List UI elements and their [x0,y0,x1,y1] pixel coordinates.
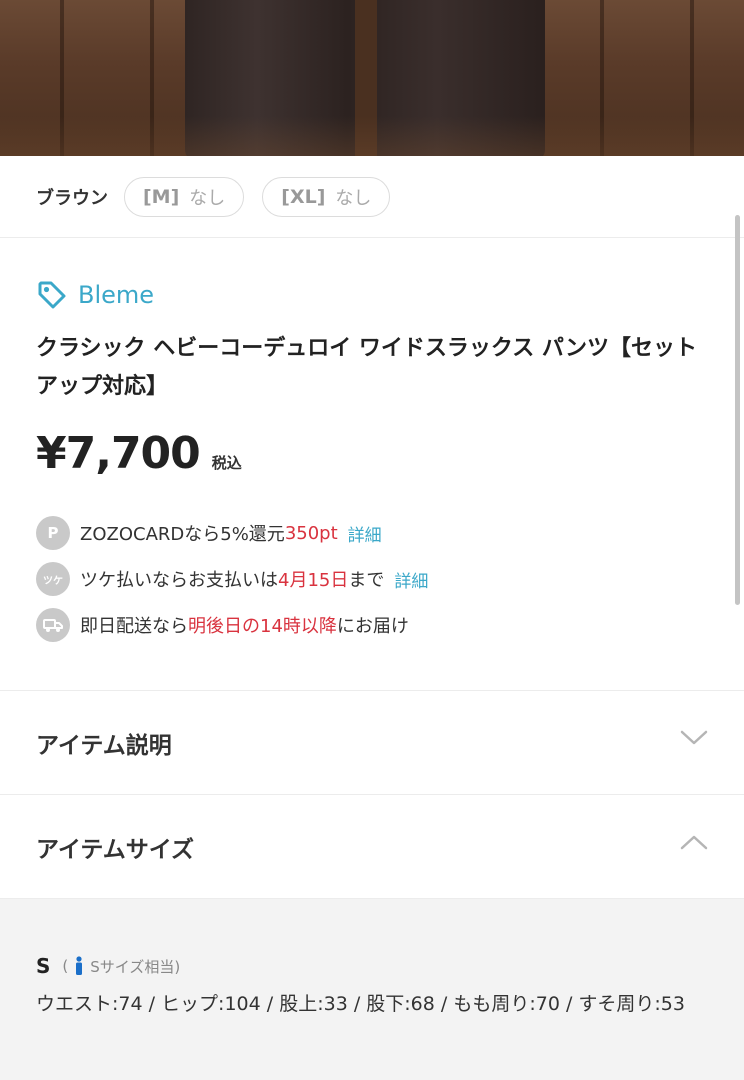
variant-row: ブラウン [M] なし [XL] なし [0,156,744,238]
tax-label: 税込 [211,454,242,472]
benefit-text: ZOZOCARDなら5%還元 [80,524,285,545]
tsuke-detail-link[interactable]: 詳細 [394,567,428,592]
size-chip-stock: なし [335,187,372,209]
size-chip-size: [M] [143,185,180,208]
price-row: ¥7,700 税込 [36,428,242,479]
tsuke-icon: ツケ [36,562,70,596]
benefit-text: 即日配送なら [80,616,188,637]
product-title: クラシック ヘビーコーデュロイ ワイドスラックス パンツ【セットアップ対応】 [36,336,697,399]
item-size-toggle[interactable]: アイテムサイズ [0,795,744,899]
product-info: Bleme クラシック ヘビーコーデュロイ ワイドスラックス パンツ【セットアッ… [0,238,744,691]
zozocard-benefit: P ZOZOCARDなら5%還元 350pt 詳細 [36,515,382,551]
variant-color-label: ブラウン [36,187,108,209]
item-description-toggle[interactable]: アイテム説明 [0,691,744,795]
size-chip-stock: なし [189,187,226,209]
size-chip-m[interactable]: [M] なし [124,176,245,217]
points-value: 350pt [284,522,338,544]
size-hint: ( Sサイズ相当) [62,956,180,977]
size-panel: S ( Sサイズ相当) ウエスト:74 / ヒップ:104 / 股上:33 / … [0,899,744,1080]
size-chip-xl[interactable]: [XL] なし [262,176,391,217]
benefit-text: まで [348,570,385,591]
tsuke-benefit: ツケ ツケ払いならお支払いは 4月15日 まで 詳細 [36,561,428,597]
zozocard-detail-link[interactable]: 詳細 [348,521,382,546]
delivery-date: 明後日の14時以降 [188,616,337,637]
benefit-text: にお届け [336,616,409,637]
size-header: S ( Sサイズ相当) [36,954,180,978]
size-measurements: ウエスト:74 / ヒップ:104 / 股上:33 / 股下:68 / もも周り… [36,993,685,1015]
payment-date: 4月15日 [278,570,349,591]
truck-icon [36,608,70,642]
points-icon: P [36,516,70,550]
size-chip-size: [XL] [281,185,326,208]
chevron-down-icon [680,730,708,745]
person-icon [76,956,83,975]
price: ¥7,700 [36,428,201,479]
section-title: アイテム説明 [36,732,172,759]
size-hint-text: Sサイズ相当) [90,957,181,976]
product-photo[interactable] [0,0,744,156]
size-hint-paren: ( [62,957,69,975]
section-title: アイテムサイズ [36,836,195,863]
brand-link[interactable]: Bleme [36,278,154,312]
benefit-text: ツケ払いならお支払いは [80,570,278,591]
tag-icon [38,281,66,309]
brand-name: Bleme [78,281,155,309]
delivery-benefit: 即日配送なら 明後日の14時以降 にお届け [36,607,409,643]
chevron-up-icon [680,835,708,850]
size-name: S [36,954,51,978]
